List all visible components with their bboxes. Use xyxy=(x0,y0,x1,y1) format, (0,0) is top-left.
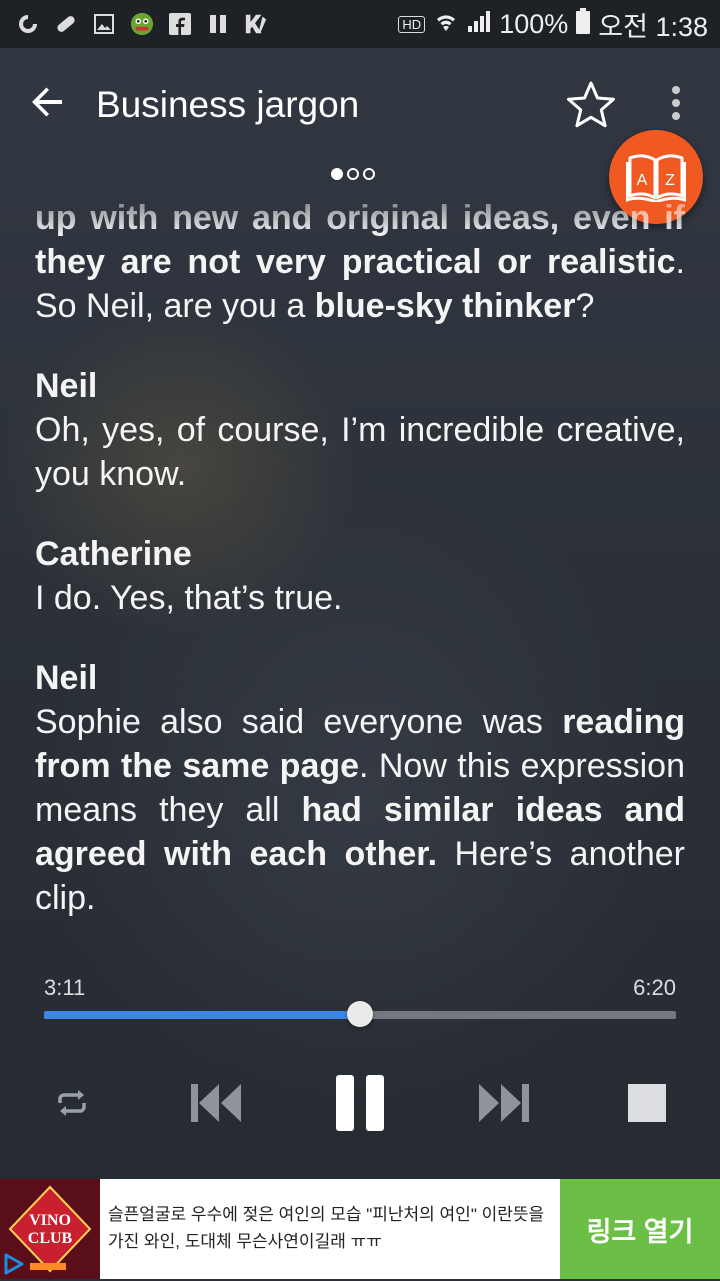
seek-bar-progress xyxy=(44,1011,360,1019)
pause-button[interactable] xyxy=(330,1070,390,1136)
skip-previous-icon xyxy=(191,1084,241,1122)
repeat-icon xyxy=(58,1090,86,1116)
seek-thumb[interactable] xyxy=(347,1001,373,1027)
svg-text:CLUB: CLUB xyxy=(28,1230,73,1247)
transcript: up with new and original ideas, even if … xyxy=(35,196,685,926)
skip-next-icon xyxy=(479,1084,529,1122)
image-icon xyxy=(92,12,116,36)
signal-icon xyxy=(467,9,491,40)
svg-text:A: A xyxy=(637,172,648,189)
ad-open-link-button[interactable]: 링크 열기 xyxy=(560,1179,720,1279)
book-az-icon: A Z xyxy=(626,154,686,202)
ad-banner[interactable]: VINO CLUB 슬픈얼굴로 우수에 젖은 여인의 모습 "피난처의 여인" … xyxy=(0,1179,720,1279)
battery-text: 100% xyxy=(499,8,569,39)
ad-text[interactable]: 슬픈얼굴로 우수에 젖은 여인의 모습 "피난처의 여인" 이란뜻을 가진 와인… xyxy=(108,1201,553,1255)
star-outline-icon[interactable] xyxy=(565,79,617,131)
page-dot-2 xyxy=(347,168,359,180)
page-title: Business jargon xyxy=(96,84,360,125)
page-dot-1 xyxy=(331,168,343,180)
transcript-paragraph: Catherine I do. Yes, that’s true. xyxy=(35,532,685,620)
hd-icon: HD xyxy=(398,15,426,33)
speech-text: Oh, yes, of course, I’m incredible creat… xyxy=(35,411,685,493)
stop-icon xyxy=(628,1084,666,1122)
next-button[interactable] xyxy=(476,1070,532,1136)
k-app-icon xyxy=(244,12,268,36)
repeat-button[interactable] xyxy=(50,1070,94,1136)
more-vert-icon[interactable] xyxy=(664,86,688,126)
transcript-paragraph: Neil Sophie also said everyone was readin… xyxy=(35,656,685,920)
speaker-name: Catherine xyxy=(35,535,192,573)
frog-avatar-icon xyxy=(130,12,154,36)
page-dot-3 xyxy=(363,168,375,180)
total-time: 6:20 xyxy=(633,975,676,1000)
clock: 오전 1:38 xyxy=(598,11,708,42)
transcript-paragraph: Neil Oh, yes, of course, I’m incredible c… xyxy=(35,364,685,496)
speech-text: I do. Yes, that’s true. xyxy=(35,579,343,617)
highlight-phrase: blue-sky thinker xyxy=(314,287,576,325)
pause-icon xyxy=(336,1075,384,1131)
facebook-icon xyxy=(168,12,192,36)
svg-text:Z: Z xyxy=(665,172,675,189)
previous-button[interactable] xyxy=(188,1070,244,1136)
pause-app-icon xyxy=(206,12,230,36)
highlight-phrase: up with new and original ideas, even if … xyxy=(35,199,685,281)
page-indicator xyxy=(331,168,375,180)
stop-button[interactable] xyxy=(624,1070,670,1136)
toolbar: Business jargon xyxy=(0,48,720,160)
svg-text:VINO: VINO xyxy=(29,1212,71,1229)
speaker-name: Neil xyxy=(35,367,98,405)
g-app-icon xyxy=(16,12,40,36)
battery-icon xyxy=(576,7,591,41)
wifi-icon xyxy=(433,9,459,40)
speaker-name: Neil xyxy=(35,659,98,697)
transcript-paragraph: up with new and original ideas, even if … xyxy=(35,199,685,325)
status-bar: HD 100% 오전 1:38 xyxy=(0,0,720,48)
pill-icon xyxy=(54,12,78,36)
current-time: 3:11 xyxy=(44,975,86,1000)
arrow-back-icon[interactable] xyxy=(28,82,68,122)
ad-choices-icon[interactable] xyxy=(3,1252,25,1281)
